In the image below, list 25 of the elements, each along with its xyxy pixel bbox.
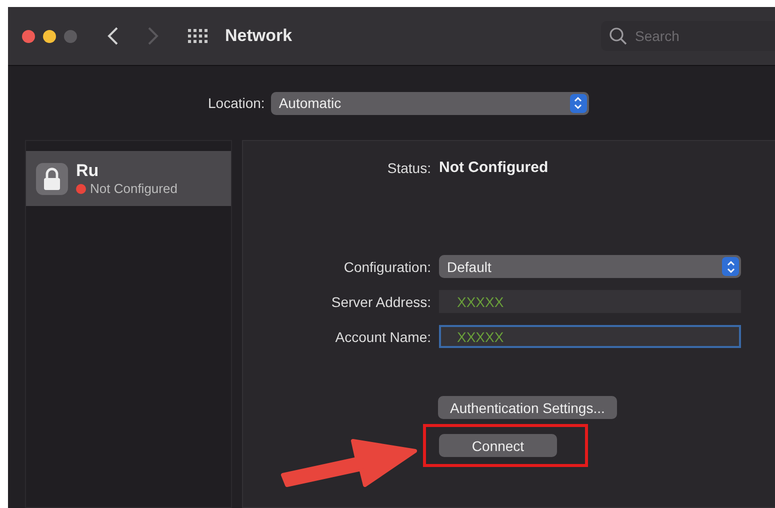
search-icon <box>609 27 627 45</box>
service-name: Ru <box>76 161 99 180</box>
field-label: Configuration: <box>342 258 431 274</box>
status-label: Status: <box>386 160 431 176</box>
status-value: Not Configured <box>439 159 550 176</box>
stepper-icon <box>722 257 739 276</box>
service-item[interactable]: Ru Not Configured <box>26 151 231 206</box>
location-label: Location: <box>208 95 265 111</box>
input-field[interactable]: XXXXX <box>439 290 741 313</box>
stepper-icon <box>570 94 587 112</box>
minimize-button[interactable] <box>43 30 56 42</box>
lock-icon <box>36 162 68 194</box>
push-button[interactable]: Authentication Settings... <box>438 396 617 419</box>
field-label: Account Name: <box>334 328 431 344</box>
configuration-popup[interactable]: Default <box>439 255 741 278</box>
push-button[interactable]: Connect <box>439 434 557 457</box>
field-label: Server Address: <box>330 294 431 310</box>
status-text: Not Configured <box>90 181 178 196</box>
close-button[interactable] <box>22 30 35 42</box>
location-popup[interactable]: Automatic <box>270 92 589 114</box>
grid-icon[interactable] <box>187 28 209 44</box>
input-field[interactable]: XXXXX <box>439 325 741 348</box>
window-title: Network <box>225 26 292 46</box>
search-field[interactable]: Search <box>601 21 775 51</box>
back-icon[interactable] <box>107 26 119 46</box>
